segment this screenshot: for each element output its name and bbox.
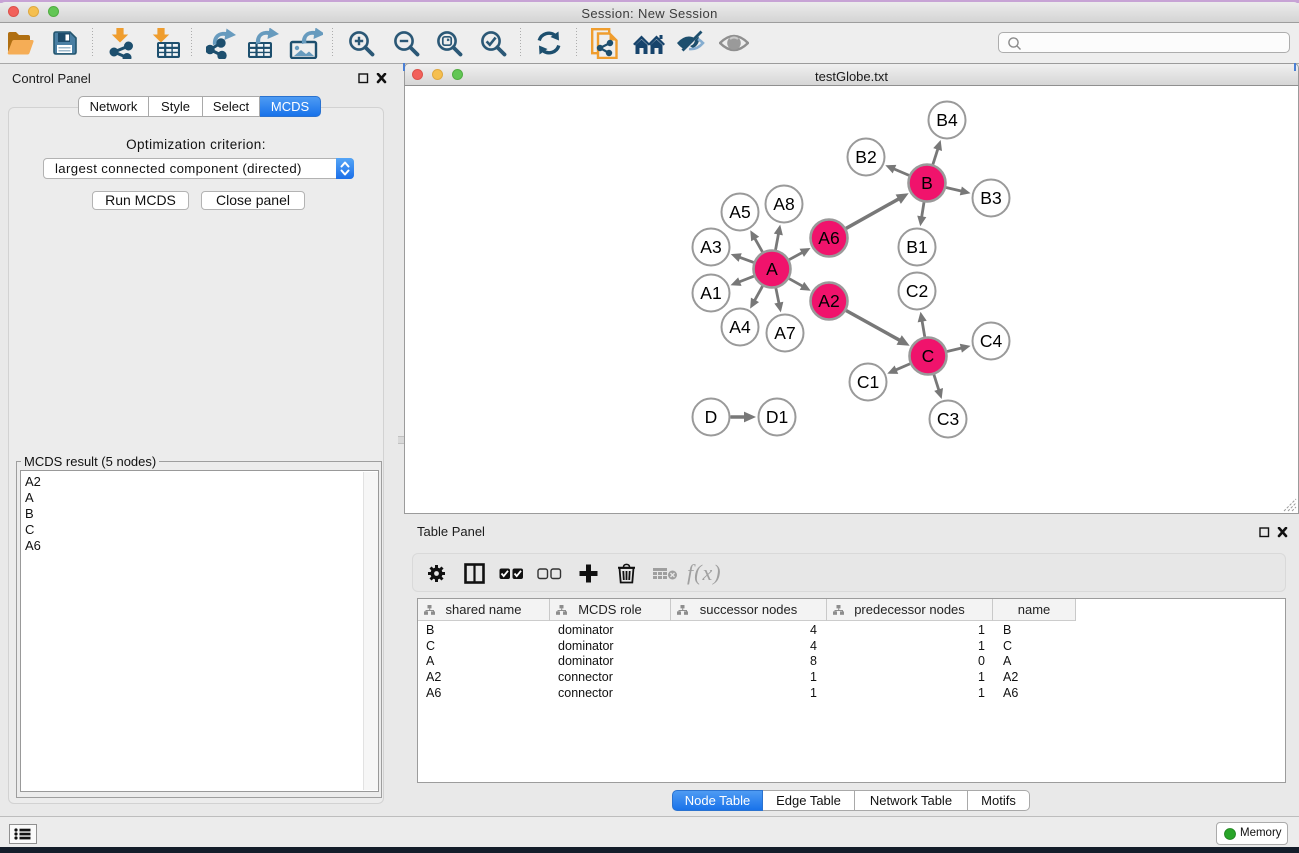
svg-text:C1: C1 xyxy=(857,372,879,392)
svg-text:A: A xyxy=(766,259,778,279)
svg-text:D: D xyxy=(705,407,718,427)
svg-text:C4: C4 xyxy=(980,331,1003,351)
svg-text:B4: B4 xyxy=(936,110,958,130)
svg-text:B1: B1 xyxy=(906,237,927,257)
svg-text:A4: A4 xyxy=(729,317,751,337)
svg-text:C: C xyxy=(922,346,935,366)
svg-text:A3: A3 xyxy=(700,237,721,257)
svg-text:A8: A8 xyxy=(773,194,794,214)
svg-text:C2: C2 xyxy=(906,281,928,301)
svg-text:A2: A2 xyxy=(818,291,839,311)
svg-text:A6: A6 xyxy=(818,228,839,248)
svg-text:C3: C3 xyxy=(937,409,959,429)
svg-text:A1: A1 xyxy=(700,283,721,303)
svg-text:A5: A5 xyxy=(729,202,750,222)
svg-text:B2: B2 xyxy=(855,147,876,167)
svg-text:B: B xyxy=(921,173,933,193)
svg-text:D1: D1 xyxy=(766,407,788,427)
svg-text:A7: A7 xyxy=(774,323,795,343)
svg-text:B3: B3 xyxy=(980,188,1001,208)
